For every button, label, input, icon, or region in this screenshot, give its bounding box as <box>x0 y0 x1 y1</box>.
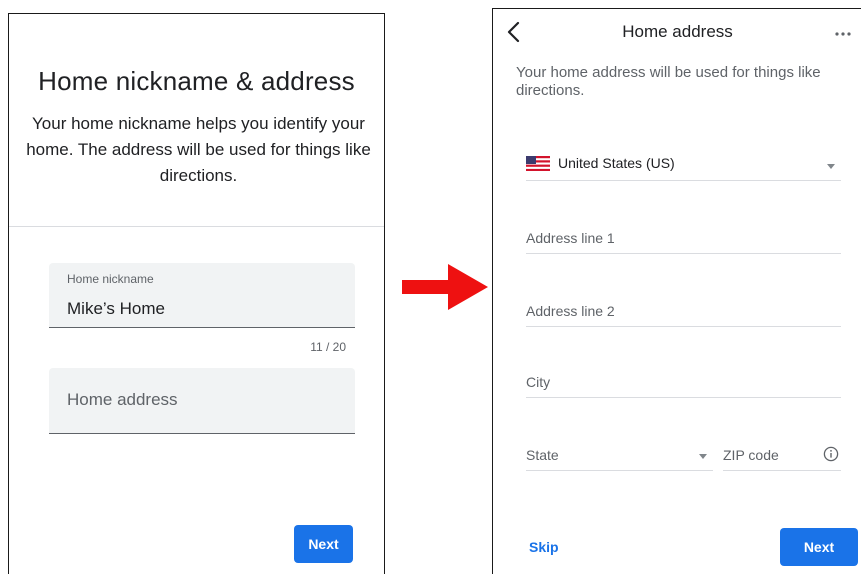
info-icon[interactable] <box>823 446 839 462</box>
state-select[interactable]: State <box>526 441 713 471</box>
address-line-1-placeholder: Address line 1 <box>526 230 615 246</box>
zip-code-input[interactable]: ZIP code <box>723 441 841 471</box>
home-nickname-label: Home nickname <box>67 272 154 286</box>
home-address-placeholder: Home address <box>67 390 178 409</box>
page-description: Your home nickname helps you identify yo… <box>26 114 371 185</box>
city-input[interactable]: City <box>526 368 841 398</box>
country-select[interactable]: United States (US) <box>526 151 841 181</box>
more-options-icon[interactable] <box>834 31 852 37</box>
next-button[interactable]: Next <box>780 528 858 566</box>
page-description: Your home address will be used for thing… <box>516 64 821 99</box>
page-title: Home nickname & address <box>38 66 355 96</box>
address-line-1-input[interactable]: Address line 1 <box>526 224 841 254</box>
home-address-screen: Home address Your home address will be u… <box>492 8 861 574</box>
zip-code-placeholder: ZIP code <box>723 447 779 463</box>
home-nickname-value: Mike’s Home <box>67 299 165 318</box>
nickname-address-screen: Home nickname & address Your home nickna… <box>8 13 385 574</box>
address-line-2-input[interactable]: Address line 2 <box>526 297 841 327</box>
address-line-2-placeholder: Address line 2 <box>526 303 615 319</box>
page-title: Home address <box>622 22 733 41</box>
divider <box>9 226 384 227</box>
state-placeholder: State <box>526 447 559 463</box>
right-arrow-icon <box>402 264 488 310</box>
character-counter: 11 / 20 <box>310 340 346 354</box>
next-button[interactable]: Next <box>294 525 353 563</box>
us-flag-icon <box>526 156 550 171</box>
dropdown-arrow-icon <box>699 454 707 459</box>
city-placeholder: City <box>526 374 551 390</box>
dropdown-arrow-icon <box>827 164 835 169</box>
skip-link[interactable]: Skip <box>529 539 559 555</box>
home-address-field[interactable]: Home address <box>49 368 355 434</box>
home-nickname-field[interactable]: Home nickname Mike’s Home <box>49 263 355 328</box>
country-value: United States (US) <box>558 155 675 171</box>
